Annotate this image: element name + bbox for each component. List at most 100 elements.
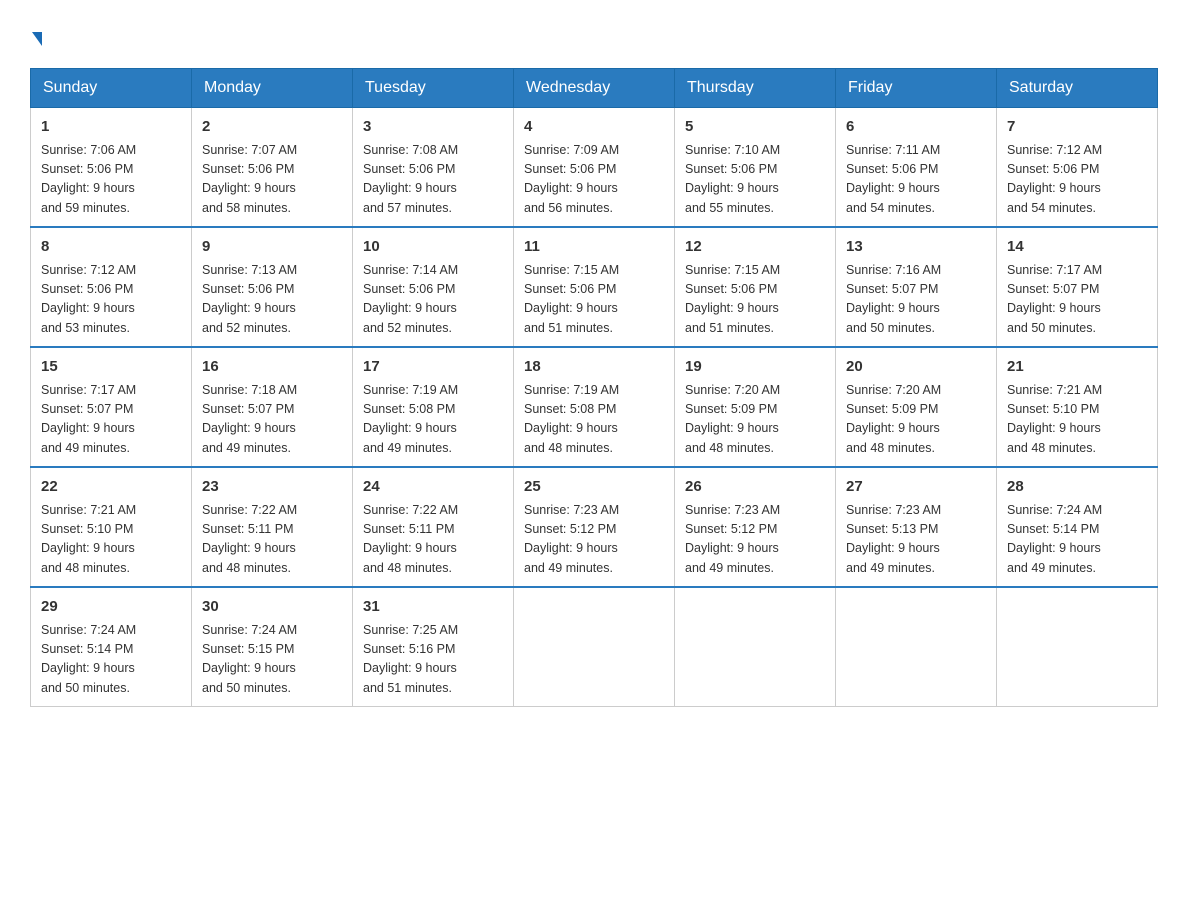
calendar-cell: 9Sunrise: 7:13 AMSunset: 5:06 PMDaylight…	[192, 227, 353, 347]
calendar-week-row: 8Sunrise: 7:12 AMSunset: 5:06 PMDaylight…	[31, 227, 1158, 347]
calendar-cell	[997, 587, 1158, 707]
calendar-cell: 24Sunrise: 7:22 AMSunset: 5:11 PMDayligh…	[353, 467, 514, 587]
day-info: Sunrise: 7:13 AMSunset: 5:06 PMDaylight:…	[202, 261, 342, 339]
day-info: Sunrise: 7:24 AMSunset: 5:15 PMDaylight:…	[202, 621, 342, 699]
calendar-cell: 11Sunrise: 7:15 AMSunset: 5:06 PMDayligh…	[514, 227, 675, 347]
day-number: 3	[363, 116, 503, 139]
day-info: Sunrise: 7:07 AMSunset: 5:06 PMDaylight:…	[202, 141, 342, 219]
day-number: 6	[846, 116, 986, 139]
day-number: 23	[202, 476, 342, 499]
day-number: 18	[524, 356, 664, 379]
day-number: 13	[846, 236, 986, 259]
column-header-tuesday: Tuesday	[353, 69, 514, 108]
day-info: Sunrise: 7:06 AMSunset: 5:06 PMDaylight:…	[41, 141, 181, 219]
calendar-cell: 15Sunrise: 7:17 AMSunset: 5:07 PMDayligh…	[31, 347, 192, 467]
column-header-friday: Friday	[836, 69, 997, 108]
day-info: Sunrise: 7:20 AMSunset: 5:09 PMDaylight:…	[846, 381, 986, 459]
logo-triangle-icon	[32, 32, 42, 46]
day-number: 31	[363, 596, 503, 619]
calendar-cell: 10Sunrise: 7:14 AMSunset: 5:06 PMDayligh…	[353, 227, 514, 347]
day-info: Sunrise: 7:23 AMSunset: 5:12 PMDaylight:…	[524, 501, 664, 579]
calendar-cell	[514, 587, 675, 707]
day-number: 27	[846, 476, 986, 499]
calendar-cell: 7Sunrise: 7:12 AMSunset: 5:06 PMDaylight…	[997, 108, 1158, 228]
day-info: Sunrise: 7:24 AMSunset: 5:14 PMDaylight:…	[41, 621, 181, 699]
day-number: 19	[685, 356, 825, 379]
day-info: Sunrise: 7:15 AMSunset: 5:06 PMDaylight:…	[685, 261, 825, 339]
calendar-cell: 26Sunrise: 7:23 AMSunset: 5:12 PMDayligh…	[675, 467, 836, 587]
calendar-cell: 31Sunrise: 7:25 AMSunset: 5:16 PMDayligh…	[353, 587, 514, 707]
calendar-cell: 19Sunrise: 7:20 AMSunset: 5:09 PMDayligh…	[675, 347, 836, 467]
calendar-cell: 4Sunrise: 7:09 AMSunset: 5:06 PMDaylight…	[514, 108, 675, 228]
calendar-week-row: 22Sunrise: 7:21 AMSunset: 5:10 PMDayligh…	[31, 467, 1158, 587]
calendar-cell: 23Sunrise: 7:22 AMSunset: 5:11 PMDayligh…	[192, 467, 353, 587]
calendar-header-row: SundayMondayTuesdayWednesdayThursdayFrid…	[31, 69, 1158, 108]
calendar-cell: 12Sunrise: 7:15 AMSunset: 5:06 PMDayligh…	[675, 227, 836, 347]
day-info: Sunrise: 7:09 AMSunset: 5:06 PMDaylight:…	[524, 141, 664, 219]
calendar-cell: 16Sunrise: 7:18 AMSunset: 5:07 PMDayligh…	[192, 347, 353, 467]
day-number: 28	[1007, 476, 1147, 499]
calendar-cell: 8Sunrise: 7:12 AMSunset: 5:06 PMDaylight…	[31, 227, 192, 347]
day-number: 17	[363, 356, 503, 379]
day-number: 30	[202, 596, 342, 619]
day-number: 2	[202, 116, 342, 139]
calendar-week-row: 29Sunrise: 7:24 AMSunset: 5:14 PMDayligh…	[31, 587, 1158, 707]
day-info: Sunrise: 7:25 AMSunset: 5:16 PMDaylight:…	[363, 621, 503, 699]
day-number: 26	[685, 476, 825, 499]
day-info: Sunrise: 7:19 AMSunset: 5:08 PMDaylight:…	[524, 381, 664, 459]
calendar-cell	[836, 587, 997, 707]
calendar-cell: 27Sunrise: 7:23 AMSunset: 5:13 PMDayligh…	[836, 467, 997, 587]
day-number: 12	[685, 236, 825, 259]
day-info: Sunrise: 7:21 AMSunset: 5:10 PMDaylight:…	[1007, 381, 1147, 459]
day-number: 20	[846, 356, 986, 379]
day-number: 4	[524, 116, 664, 139]
day-number: 24	[363, 476, 503, 499]
calendar-cell: 21Sunrise: 7:21 AMSunset: 5:10 PMDayligh…	[997, 347, 1158, 467]
day-info: Sunrise: 7:19 AMSunset: 5:08 PMDaylight:…	[363, 381, 503, 459]
day-info: Sunrise: 7:12 AMSunset: 5:06 PMDaylight:…	[41, 261, 181, 339]
day-number: 1	[41, 116, 181, 139]
day-number: 5	[685, 116, 825, 139]
column-header-thursday: Thursday	[675, 69, 836, 108]
calendar-cell: 14Sunrise: 7:17 AMSunset: 5:07 PMDayligh…	[997, 227, 1158, 347]
day-info: Sunrise: 7:24 AMSunset: 5:14 PMDaylight:…	[1007, 501, 1147, 579]
calendar-cell: 6Sunrise: 7:11 AMSunset: 5:06 PMDaylight…	[836, 108, 997, 228]
calendar-cell: 22Sunrise: 7:21 AMSunset: 5:10 PMDayligh…	[31, 467, 192, 587]
logo-general-text	[30, 20, 42, 52]
day-number: 7	[1007, 116, 1147, 139]
day-info: Sunrise: 7:18 AMSunset: 5:07 PMDaylight:…	[202, 381, 342, 459]
day-info: Sunrise: 7:10 AMSunset: 5:06 PMDaylight:…	[685, 141, 825, 219]
calendar-cell: 20Sunrise: 7:20 AMSunset: 5:09 PMDayligh…	[836, 347, 997, 467]
calendar-cell: 18Sunrise: 7:19 AMSunset: 5:08 PMDayligh…	[514, 347, 675, 467]
calendar-week-row: 1Sunrise: 7:06 AMSunset: 5:06 PMDaylight…	[31, 108, 1158, 228]
day-info: Sunrise: 7:11 AMSunset: 5:06 PMDaylight:…	[846, 141, 986, 219]
day-number: 22	[41, 476, 181, 499]
day-number: 15	[41, 356, 181, 379]
day-number: 16	[202, 356, 342, 379]
day-info: Sunrise: 7:15 AMSunset: 5:06 PMDaylight:…	[524, 261, 664, 339]
day-info: Sunrise: 7:21 AMSunset: 5:10 PMDaylight:…	[41, 501, 181, 579]
calendar-cell: 2Sunrise: 7:07 AMSunset: 5:06 PMDaylight…	[192, 108, 353, 228]
day-number: 29	[41, 596, 181, 619]
day-info: Sunrise: 7:17 AMSunset: 5:07 PMDaylight:…	[1007, 261, 1147, 339]
day-number: 11	[524, 236, 664, 259]
day-info: Sunrise: 7:08 AMSunset: 5:06 PMDaylight:…	[363, 141, 503, 219]
day-number: 10	[363, 236, 503, 259]
day-info: Sunrise: 7:22 AMSunset: 5:11 PMDaylight:…	[363, 501, 503, 579]
calendar-cell: 17Sunrise: 7:19 AMSunset: 5:08 PMDayligh…	[353, 347, 514, 467]
logo	[30, 20, 42, 48]
day-info: Sunrise: 7:14 AMSunset: 5:06 PMDaylight:…	[363, 261, 503, 339]
calendar-cell: 13Sunrise: 7:16 AMSunset: 5:07 PMDayligh…	[836, 227, 997, 347]
column-header-monday: Monday	[192, 69, 353, 108]
calendar-cell: 29Sunrise: 7:24 AMSunset: 5:14 PMDayligh…	[31, 587, 192, 707]
column-header-saturday: Saturday	[997, 69, 1158, 108]
calendar-cell	[675, 587, 836, 707]
calendar-cell: 1Sunrise: 7:06 AMSunset: 5:06 PMDaylight…	[31, 108, 192, 228]
day-info: Sunrise: 7:20 AMSunset: 5:09 PMDaylight:…	[685, 381, 825, 459]
calendar-cell: 3Sunrise: 7:08 AMSunset: 5:06 PMDaylight…	[353, 108, 514, 228]
day-number: 9	[202, 236, 342, 259]
calendar-week-row: 15Sunrise: 7:17 AMSunset: 5:07 PMDayligh…	[31, 347, 1158, 467]
calendar-cell: 5Sunrise: 7:10 AMSunset: 5:06 PMDaylight…	[675, 108, 836, 228]
calendar-cell: 28Sunrise: 7:24 AMSunset: 5:14 PMDayligh…	[997, 467, 1158, 587]
calendar-cell: 25Sunrise: 7:23 AMSunset: 5:12 PMDayligh…	[514, 467, 675, 587]
